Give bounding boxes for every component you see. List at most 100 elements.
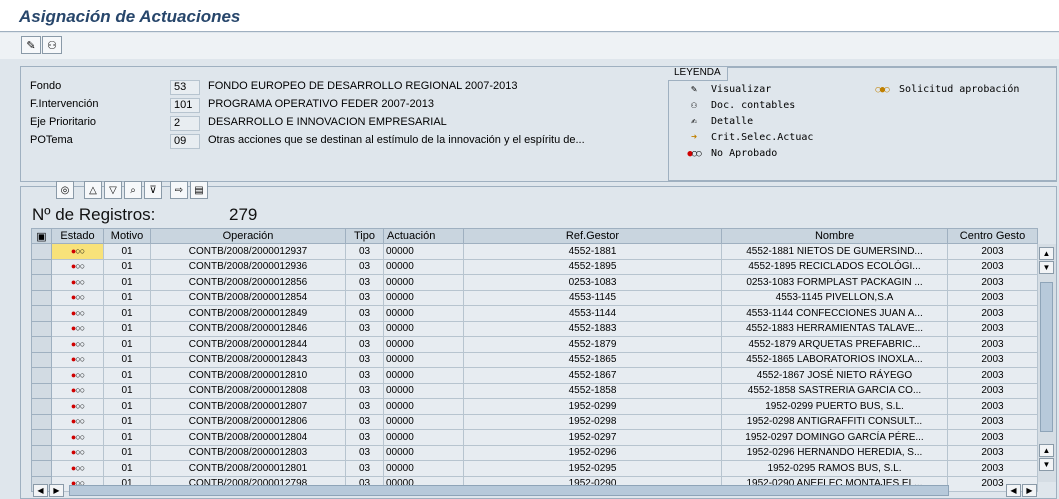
status-red-icon[interactable]: ●○○ — [51, 460, 104, 477]
cell-nombre[interactable]: 1952-0299 PUERTO BUS, S.L. — [721, 398, 948, 415]
table-row[interactable]: ●○○ 01 CONTB/2008/2000012936 03 00000 4552-18… — [31, 258, 1038, 275]
cell-nombre[interactable]: 4553-1145 PIVELLON,S.A — [721, 289, 948, 306]
table-row[interactable]: ●○○ 01 CONTB/2008/2000012843 03 00000 4552-18… — [31, 351, 1038, 368]
cell-ref-gestor[interactable]: 1952-0298 — [463, 413, 722, 430]
cell-actuacion[interactable]: 00000 — [383, 382, 464, 399]
status-red-icon[interactable]: ●○○ — [51, 243, 104, 260]
cell-nombre[interactable]: 4553-1144 CONFECCIONES JUAN A... — [721, 305, 948, 322]
col-centro-gestor[interactable]: Centro Gesto — [947, 228, 1038, 244]
cell-actuacion[interactable]: 00000 — [383, 289, 464, 306]
cell-nombre[interactable]: 4552-1881 NIETOS DE GUMERSIND... — [721, 243, 948, 260]
cell-actuacion[interactable]: 00000 — [383, 258, 464, 275]
cell-tipo[interactable]: 03 — [345, 429, 384, 446]
status-red-icon[interactable]: ●○○ — [51, 305, 104, 322]
table-row[interactable]: ●○○ 01 CONTB/2008/2000012801 03 00000 1952-02… — [31, 460, 1038, 477]
h-scroll-thumb[interactable] — [69, 485, 949, 496]
cell-centro-gestor[interactable]: 2003 — [947, 398, 1038, 415]
status-red-icon[interactable]: ●○○ — [51, 413, 104, 430]
row-selector[interactable] — [31, 444, 52, 461]
cell-ref-gestor[interactable]: 4552-1865 — [463, 351, 722, 368]
cell-operacion[interactable]: CONTB/2008/2000012807 — [150, 398, 346, 415]
col-motivo[interactable]: Motivo — [103, 228, 151, 244]
cell-nombre[interactable]: 1952-0296 HERNANDO HEREDIA, S... — [721, 444, 948, 461]
print-icon[interactable]: ▤ — [190, 181, 208, 199]
cell-ref-gestor[interactable]: 1952-0299 — [463, 398, 722, 415]
cell-ref-gestor[interactable]: 4552-1867 — [463, 367, 722, 384]
row-selector[interactable] — [31, 382, 52, 399]
cell-tipo[interactable]: 03 — [345, 320, 384, 337]
cell-nombre[interactable]: 4552-1867 JOSÉ NIETO RÁYEGO — [721, 367, 948, 384]
cell-motivo[interactable]: 01 — [103, 444, 151, 461]
cell-motivo[interactable]: 01 — [103, 382, 151, 399]
cell-nombre[interactable]: 4552-1879 ARQUETAS PREFABRIC... — [721, 336, 948, 353]
table-row[interactable]: ●○○ 01 CONTB/2008/2000012803 03 00000 1952-02… — [31, 444, 1038, 461]
cell-ref-gestor[interactable]: 4552-1883 — [463, 320, 722, 337]
cell-ref-gestor[interactable]: 1952-0295 — [463, 460, 722, 477]
cell-operacion[interactable]: CONTB/2008/2000012803 — [150, 444, 346, 461]
cell-motivo[interactable]: 01 — [103, 429, 151, 446]
pencil-icon[interactable]: ✎ — [21, 36, 41, 54]
row-selector[interactable] — [31, 351, 52, 368]
cell-tipo[interactable]: 03 — [345, 367, 384, 384]
status-red-icon[interactable]: ●○○ — [51, 351, 104, 368]
status-red-icon[interactable]: ●○○ — [51, 367, 104, 384]
table-row[interactable]: ●○○ 01 CONTB/2008/2000012856 03 00000 0253-10… — [31, 274, 1038, 291]
cell-tipo[interactable]: 03 — [345, 382, 384, 399]
col-nombre[interactable]: Nombre — [721, 228, 948, 244]
cell-centro-gestor[interactable]: 2003 — [947, 320, 1038, 337]
status-red-icon[interactable]: ●○○ — [51, 289, 104, 306]
status-red-icon[interactable]: ●○○ — [51, 382, 104, 399]
cell-centro-gestor[interactable]: 2003 — [947, 336, 1038, 353]
cell-operacion[interactable]: CONTB/2008/2000012844 — [150, 336, 346, 353]
cell-nombre[interactable]: 4552-1883 HERRAMIENTAS TALAVE... — [721, 320, 948, 337]
horizontal-scrollbar[interactable]: ◀ ▶ ◀ ▶ — [33, 484, 1055, 497]
sort-descending-icon[interactable]: ▽ — [104, 181, 122, 199]
row-selector[interactable] — [31, 367, 52, 384]
export-icon[interactable]: ⇨ — [170, 181, 188, 199]
cell-nombre[interactable]: 4552-1858 SASTRERIA GARCIA CO... — [721, 382, 948, 399]
table-row[interactable]: ●○○ 01 CONTB/2008/2000012854 03 00000 4553-11… — [31, 289, 1038, 306]
cell-centro-gestor[interactable]: 2003 — [947, 305, 1038, 322]
cell-motivo[interactable]: 01 — [103, 460, 151, 477]
cell-motivo[interactable]: 01 — [103, 289, 151, 306]
table-row[interactable]: ●○○ 01 CONTB/2008/2000012807 03 00000 1952-02… — [31, 398, 1038, 415]
cell-motivo[interactable]: 01 — [103, 351, 151, 368]
table-row[interactable]: ●○○ 01 CONTB/2008/2000012808 03 00000 4552-18… — [31, 382, 1038, 399]
table-row[interactable]: ●○○ 01 CONTB/2008/2000012849 03 00000 4553-11… — [31, 305, 1038, 322]
cell-actuacion[interactable]: 00000 — [383, 320, 464, 337]
cell-motivo[interactable]: 01 — [103, 367, 151, 384]
col-estado[interactable]: Estado — [51, 228, 104, 244]
cell-actuacion[interactable]: 00000 — [383, 351, 464, 368]
status-red-icon[interactable]: ●○○ — [51, 336, 104, 353]
vertical-scrollbar[interactable]: ▲ ▼ ▲ ▼ — [1038, 244, 1056, 482]
scroll-thumb[interactable] — [1040, 282, 1053, 432]
cell-centro-gestor[interactable]: 2003 — [947, 243, 1038, 260]
cell-operacion[interactable]: CONTB/2008/2000012854 — [150, 289, 346, 306]
cell-tipo[interactable]: 03 — [345, 413, 384, 430]
sort-ascending-icon[interactable]: △ — [84, 181, 102, 199]
cell-motivo[interactable]: 01 — [103, 320, 151, 337]
cell-actuacion[interactable]: 00000 — [383, 305, 464, 322]
cell-nombre[interactable]: 0253-1083 FORMPLAST PACKAGIN ... — [721, 274, 948, 291]
cell-tipo[interactable]: 03 — [345, 336, 384, 353]
cell-operacion[interactable]: CONTB/2008/2000012801 — [150, 460, 346, 477]
cell-operacion[interactable]: CONTB/2008/2000012810 — [150, 367, 346, 384]
cell-tipo[interactable]: 03 — [345, 258, 384, 275]
scroll-far-right-icon[interactable]: ▶ — [1022, 484, 1037, 497]
glasses-icon[interactable]: ⚇ — [42, 36, 62, 54]
scroll-down-icon[interactable]: ▼ — [1039, 261, 1054, 274]
cell-ref-gestor[interactable]: 4553-1144 — [463, 305, 722, 322]
row-selector[interactable] — [31, 320, 52, 337]
row-selector[interactable] — [31, 429, 52, 446]
cell-centro-gestor[interactable]: 2003 — [947, 351, 1038, 368]
cell-tipo[interactable]: 03 — [345, 289, 384, 306]
cell-ref-gestor[interactable]: 4553-1145 — [463, 289, 722, 306]
cell-tipo[interactable]: 03 — [345, 398, 384, 415]
cell-centro-gestor[interactable]: 2003 — [947, 444, 1038, 461]
row-selector[interactable] — [31, 289, 52, 306]
cell-tipo[interactable]: 03 — [345, 274, 384, 291]
scroll-far-left-icon[interactable]: ◀ — [1006, 484, 1021, 497]
row-selector[interactable] — [31, 413, 52, 430]
cell-centro-gestor[interactable]: 2003 — [947, 382, 1038, 399]
row-selector[interactable] — [31, 274, 52, 291]
